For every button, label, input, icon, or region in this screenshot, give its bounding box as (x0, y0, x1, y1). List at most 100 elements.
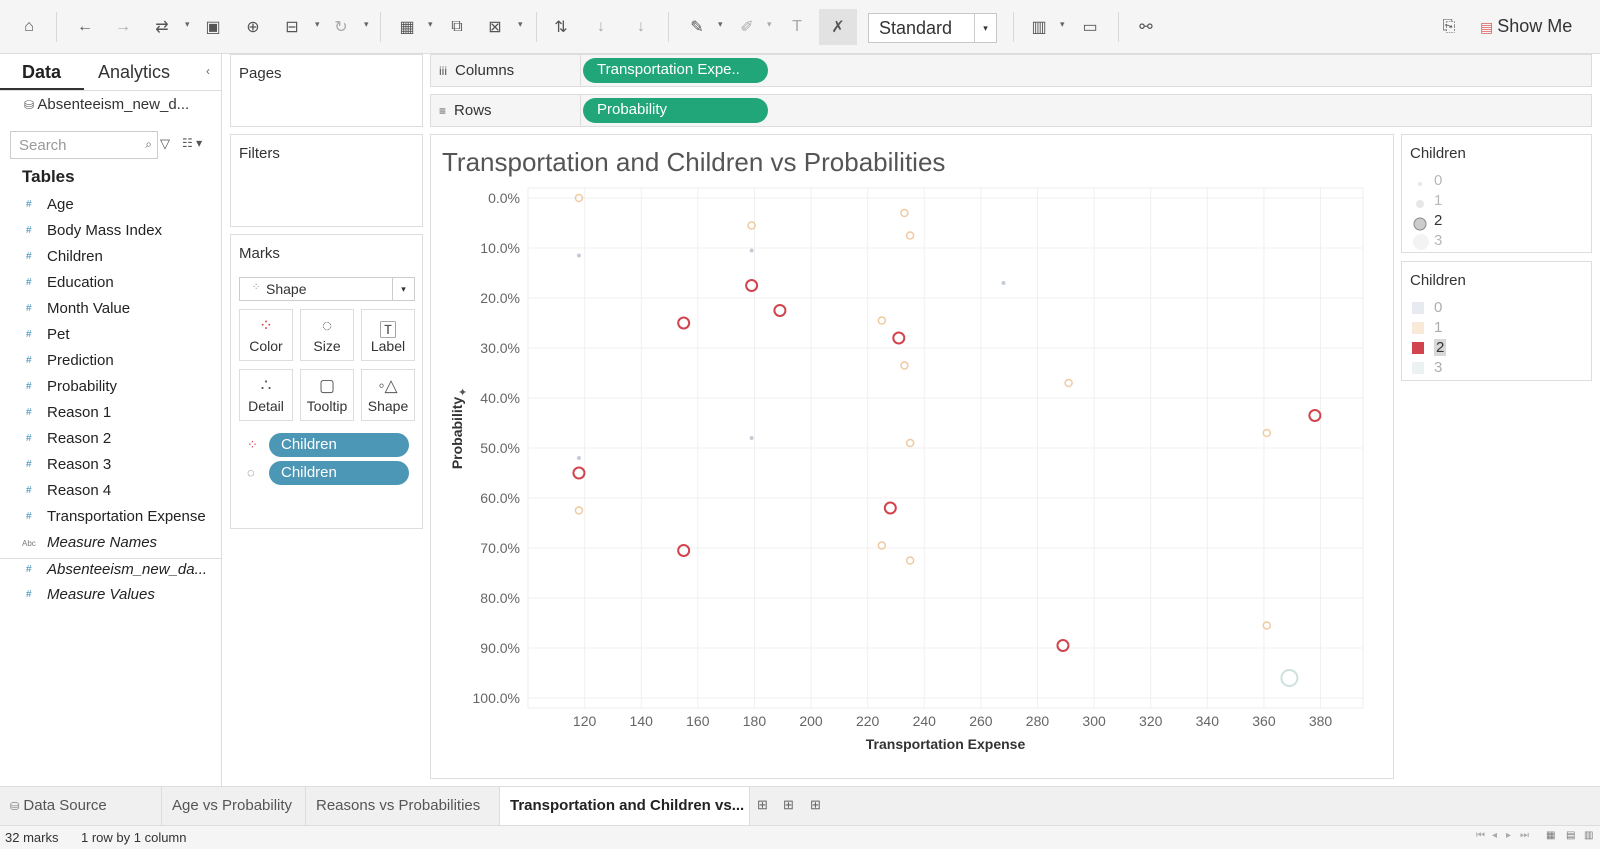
children-size-pill[interactable]: Children (269, 461, 409, 485)
tab-transportation-children[interactable]: Transportation and Children vs... (500, 787, 750, 825)
filmstrip-icon[interactable]: ▤ (1566, 830, 1575, 841)
last-sheet-icon[interactable]: ⏭ (1520, 830, 1529, 841)
sort-descending-icon[interactable]: ↓ (628, 14, 654, 40)
label-button[interactable]: 🅃 Label (361, 309, 415, 361)
tab-analytics[interactable]: Analytics (98, 62, 170, 83)
field-item[interactable]: # Reason 4 (0, 480, 222, 506)
data-point (1064, 378, 1073, 388)
field-item[interactable]: # Transportation Expense (0, 506, 222, 532)
tab-reasons-vs-probabilities[interactable]: Reasons vs Probabilities (306, 787, 500, 825)
fix-axes-icon[interactable]: ✗ (819, 9, 857, 45)
field-item[interactable]: # Reason 2 (0, 428, 222, 454)
pages-card[interactable]: Pages (230, 54, 423, 127)
show-me-button[interactable]: ▤ Show Me (1480, 16, 1572, 37)
field-item[interactable]: # Reason 3 (0, 454, 222, 480)
view-options-icon[interactable]: ☷ ▾ (182, 136, 202, 150)
datasource-item[interactable]: ⛁ Absenteeism_new_d... (24, 96, 189, 113)
home-icon[interactable]: ⌂ (16, 14, 42, 40)
columns-icon: iii (439, 64, 447, 78)
show-cards-icon[interactable]: ▥ (1026, 14, 1052, 40)
field-item[interactable]: # Month Value (0, 298, 222, 324)
tab-age-vs-probability[interactable]: Age vs Probability (162, 787, 306, 825)
sheet-sorter-icon[interactable]: ▦ (1546, 830, 1555, 841)
tab-data-source[interactable]: ⛁ Data Source (0, 787, 162, 825)
chevron-down-icon[interactable]: ▾ (364, 19, 369, 30)
color-legend-label: 2 (1434, 339, 1447, 356)
first-sheet-icon[interactable]: ⏮ (1476, 830, 1485, 841)
chevron-down-icon[interactable]: ▾ (428, 19, 433, 30)
field-item[interactable]: # Prediction (0, 350, 222, 376)
tabs-icon[interactable]: ▥ (1584, 830, 1593, 841)
size-button[interactable]: ◌ Size (300, 309, 354, 361)
redo-icon[interactable]: → (110, 14, 136, 40)
size-legend-item[interactable]: 2 (1408, 211, 1578, 231)
refresh-icon[interactable]: ↻ (328, 14, 354, 40)
size-legend-item[interactable]: 0 (1408, 171, 1578, 191)
size-legend-item[interactable]: 1 (1408, 191, 1578, 211)
field-item[interactable]: # Probability (0, 376, 222, 402)
field-item[interactable]: # Absenteeism_new_da... (0, 558, 222, 584)
new-dashboard-tab-icon[interactable]: ⊞ (783, 797, 794, 813)
field-item[interactable]: # Measure Values (0, 584, 222, 610)
new-worksheet-icon[interactable]: ▦ (394, 14, 420, 40)
fit-select[interactable]: Standard ▾ (868, 13, 997, 43)
collapse-pane-icon[interactable]: ‹ (206, 64, 210, 78)
mark-type-select[interactable]: ⁘ Shape ▾ (239, 277, 415, 301)
format-painter-icon[interactable]: ⎘ (1436, 14, 1462, 40)
probability-pill[interactable]: Probability (583, 98, 768, 123)
replace-data-source-icon[interactable]: ⇄ (149, 14, 175, 40)
share-icon[interactable]: ⚯ (1133, 14, 1159, 40)
save-icon[interactable]: ▣ (200, 14, 226, 40)
color-button[interactable]: ⁘ Color (239, 309, 293, 361)
show-mark-labels-icon[interactable]: T (784, 14, 810, 40)
pause-updates-icon[interactable]: ⊟ (279, 14, 305, 40)
duplicate-sheet-icon[interactable]: ⧉ (444, 14, 470, 40)
presentation-mode-icon[interactable]: ▭ (1077, 14, 1103, 40)
prev-sheet-icon[interactable]: ◂ (1492, 830, 1497, 841)
chevron-down-icon[interactable]: ▾ (767, 19, 772, 30)
chevron-down-icon[interactable]: ▾ (1060, 19, 1065, 30)
field-item[interactable]: # Pet (0, 324, 222, 350)
sort-ascending-icon[interactable]: ↓ (588, 14, 614, 40)
chevron-down-icon[interactable]: ▾ (392, 278, 414, 300)
field-item[interactable]: # Education (0, 272, 222, 298)
highlight-icon[interactable]: ✎ (684, 14, 710, 40)
children-color-pill[interactable]: Children (269, 433, 409, 457)
chevron-down-icon[interactable]: ▾ (518, 19, 523, 30)
color-legend-item[interactable]: 2 (1408, 338, 1578, 358)
field-item[interactable]: Abc Measure Names (0, 532, 222, 558)
new-worksheet-tab-icon[interactable]: ⊞ (757, 797, 768, 813)
detail-button[interactable]: ∴ Detail (239, 369, 293, 421)
rows-shelf[interactable]: ≡ Rows Probability (430, 94, 1592, 127)
filters-card[interactable]: Filters (230, 134, 423, 227)
shape-button[interactable]: ◦△ Shape (361, 369, 415, 421)
chevron-down-icon[interactable]: ▾ (315, 19, 320, 30)
group-members-icon[interactable]: ✐ (734, 14, 760, 40)
tooltip-button[interactable]: ▢ Tooltip (300, 369, 354, 421)
field-item[interactable]: # Reason 1 (0, 402, 222, 428)
color-legend-item[interactable]: 1 (1408, 318, 1578, 338)
undo-icon[interactable]: ← (72, 14, 98, 40)
columns-shelf[interactable]: iii Columns Transportation Expe.. (430, 54, 1592, 87)
layout-info: 1 row by 1 column (81, 830, 187, 845)
search-input[interactable]: Search ⌕ (10, 131, 158, 159)
field-item[interactable]: # Body Mass Index (0, 220, 222, 246)
scatter-plot[interactable]: 120 140 160 180 200 220 240 260 280 300 320 340 360 3… (431, 135, 1393, 778)
filter-icon[interactable]: ▽ (160, 136, 170, 152)
size-legend-item[interactable]: 3 (1408, 231, 1578, 251)
tab-data[interactable]: Data (22, 62, 61, 83)
new-data-source-icon[interactable]: ⊕ (240, 14, 266, 40)
chevron-down-icon[interactable]: ▾ (718, 19, 723, 30)
next-sheet-icon[interactable]: ▸ (1506, 830, 1511, 841)
toolbar: ⌂ ← → ⇄ ▾ ▣ ⊕ ⊟ ▾ ↻ ▾ ▦ ▾ ⧉ ⊠ ▾ ⇅ ↓ ↓ ✎ … (0, 0, 1600, 54)
field-item[interactable]: # Age (0, 194, 222, 220)
new-story-tab-icon[interactable]: ⊞ (810, 797, 821, 813)
chevron-down-icon[interactable]: ▾ (185, 19, 190, 30)
field-item[interactable]: # Children (0, 246, 222, 272)
color-legend-item[interactable]: 3 (1408, 358, 1578, 378)
swap-rows-columns-icon[interactable]: ⇅ (548, 14, 574, 40)
clear-sheet-icon[interactable]: ⊠ (482, 14, 508, 40)
color-legend-item[interactable]: 0 (1408, 298, 1578, 318)
transportation-expense-pill[interactable]: Transportation Expe.. (583, 58, 768, 83)
chevron-down-icon[interactable]: ▾ (974, 14, 996, 42)
